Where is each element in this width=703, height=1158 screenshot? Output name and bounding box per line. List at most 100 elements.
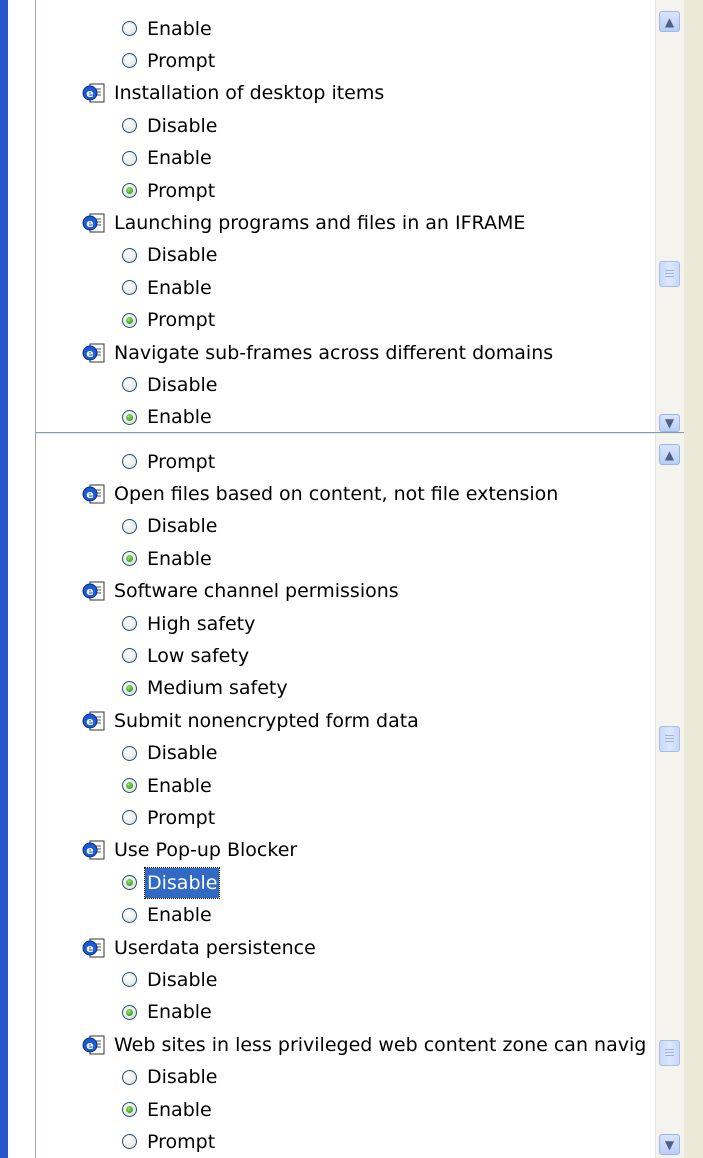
radio-option[interactable]: Enable	[122, 900, 214, 930]
ie-settings-icon: e	[82, 580, 106, 602]
radio-button[interactable]	[122, 907, 137, 923]
radio-button[interactable]	[122, 518, 137, 534]
radio-button-checked[interactable]	[122, 312, 137, 328]
radio-option[interactable]: Disable	[122, 110, 219, 140]
ie-settings-icon: e	[82, 937, 106, 959]
scroll-up-button[interactable]: ▲	[659, 444, 680, 465]
ie-settings-icon: e	[82, 1034, 106, 1056]
radio-button[interactable]	[122, 1069, 137, 1085]
scroll-thumb[interactable]	[659, 726, 680, 752]
radio-option[interactable]: Enable	[122, 997, 214, 1027]
radio-option[interactable]: Prompt	[122, 45, 217, 75]
radio-button-checked[interactable]	[122, 551, 137, 567]
radio-option[interactable]: Prompt	[122, 1126, 217, 1156]
radio-button[interactable]	[122, 745, 137, 761]
next-item-peek	[36, 1150, 116, 1158]
radio-button-checked[interactable]	[122, 183, 137, 198]
radio-option[interactable]: Prompt	[122, 175, 217, 205]
radio-option[interactable]: Disable	[122, 240, 219, 270]
radio-option[interactable]: Disable	[122, 511, 219, 541]
setting-heading: e Launching programs and files in an IFRA…	[82, 207, 527, 237]
setting-heading: e Submit nonencrypted form data	[82, 705, 421, 735]
radio-option-label: Disable	[143, 866, 221, 899]
radio-option[interactable]: Enable	[122, 770, 214, 800]
setting-heading: e Navigate sub-frames across different do…	[82, 337, 555, 367]
scroll-thumb-lower[interactable]	[659, 1040, 680, 1066]
radio-option[interactable]: Disable	[122, 1062, 219, 1092]
radio-option-label: Disable	[147, 244, 218, 267]
radio-option[interactable]: Enable	[122, 272, 214, 302]
radio-option-label: Prompt	[147, 179, 216, 202]
settings-list-top[interactable]: ▲ ▼ Enable Prompt e Installation of desktop…	[36, 0, 684, 433]
radio-option-label: Prompt	[147, 49, 216, 72]
setting-heading: e Web sites in less privileged web conten…	[82, 1029, 648, 1059]
radio-option-label: High safety	[147, 612, 256, 635]
radio-button[interactable]	[122, 150, 137, 166]
setting-label: Launching programs and files in an IFRAM…	[114, 211, 526, 234]
radio-button[interactable]	[122, 616, 137, 631]
radio-option[interactable]: Prompt	[122, 305, 217, 335]
radio-option-label: Prompt	[147, 309, 216, 332]
radio-button[interactable]	[122, 118, 137, 134]
radio-button[interactable]	[122, 53, 137, 69]
svg-text:e: e	[86, 715, 93, 728]
svg-text:e: e	[86, 844, 93, 857]
radio-option-label: Disable	[147, 968, 218, 991]
radio-option-label: Enable	[147, 547, 212, 570]
svg-text:e: e	[86, 1039, 93, 1052]
radio-button-checked[interactable]	[122, 778, 137, 793]
radio-option[interactable]: High safety	[122, 608, 257, 638]
radio-button[interactable]	[122, 1134, 137, 1150]
vertical-scrollbar-bottom[interactable]: ▲ ▼	[655, 434, 684, 1158]
radio-button[interactable]	[122, 280, 137, 296]
radio-button[interactable]	[122, 972, 137, 988]
radio-option[interactable]: Medium safety	[122, 673, 290, 703]
radio-button[interactable]	[122, 810, 137, 826]
scroll-down-button[interactable]: ▼	[659, 414, 680, 432]
radio-button[interactable]	[122, 454, 137, 469]
radio-option[interactable]: Enable	[122, 13, 214, 43]
radio-option[interactable]: Prompt	[122, 802, 217, 832]
radio-option[interactable]: Enable	[122, 543, 214, 573]
setting-heading: e Userdata persistence	[82, 932, 318, 962]
svg-text:e: e	[86, 217, 93, 230]
radio-button[interactable]	[122, 377, 137, 393]
radio-button-checked[interactable]	[122, 1004, 137, 1020]
svg-text:e: e	[86, 87, 93, 100]
radio-button[interactable]	[122, 648, 137, 664]
radio-option[interactable]: Disable	[122, 369, 219, 399]
setting-label: Submit nonencrypted form data	[114, 709, 419, 732]
radio-option[interactable]: Disable	[122, 738, 219, 768]
radio-option[interactable]: Enable	[122, 143, 214, 173]
radio-button-checked[interactable]	[122, 680, 137, 696]
radio-option-label: Medium safety	[147, 677, 288, 700]
svg-text:e: e	[86, 488, 93, 501]
radio-option[interactable]: Disable	[122, 866, 221, 899]
vertical-scrollbar-top[interactable]: ▲ ▼	[655, 0, 684, 432]
window-frame-gutter	[8, 0, 36, 1158]
radio-button[interactable]	[122, 21, 137, 36]
radio-option-label: Enable	[147, 17, 212, 40]
radio-button-checked[interactable]	[122, 409, 137, 425]
radio-button-checked[interactable]	[122, 1102, 137, 1117]
scroll-thumb[interactable]	[659, 261, 680, 287]
ie-settings-icon: e	[82, 212, 106, 234]
radio-option[interactable]: Prompt	[122, 446, 217, 476]
radio-option[interactable]: Disable	[122, 964, 219, 994]
radio-button-checked[interactable]	[122, 875, 137, 891]
radio-button[interactable]	[122, 247, 137, 263]
svg-text:e: e	[86, 347, 93, 360]
ie-settings-icon: e	[82, 342, 106, 364]
ie-settings-icon: e	[82, 839, 106, 861]
radio-option-label: Disable	[147, 373, 218, 396]
scroll-down-button[interactable]: ▼	[659, 1134, 680, 1155]
scroll-up-button[interactable]: ▲	[659, 11, 680, 32]
radio-option[interactable]: Low safety	[122, 640, 251, 670]
radio-option[interactable]: Enable	[122, 402, 214, 432]
settings-list-bottom[interactable]: ▲ ▼ Prompt e Open files based on content, …	[36, 434, 684, 1158]
radio-option-label: Enable	[147, 147, 212, 170]
setting-label: Userdata persistence	[114, 936, 316, 959]
ie-settings-icon: e	[82, 82, 106, 104]
ie-settings-icon: e	[82, 483, 106, 505]
radio-option[interactable]: Enable	[122, 1094, 214, 1124]
